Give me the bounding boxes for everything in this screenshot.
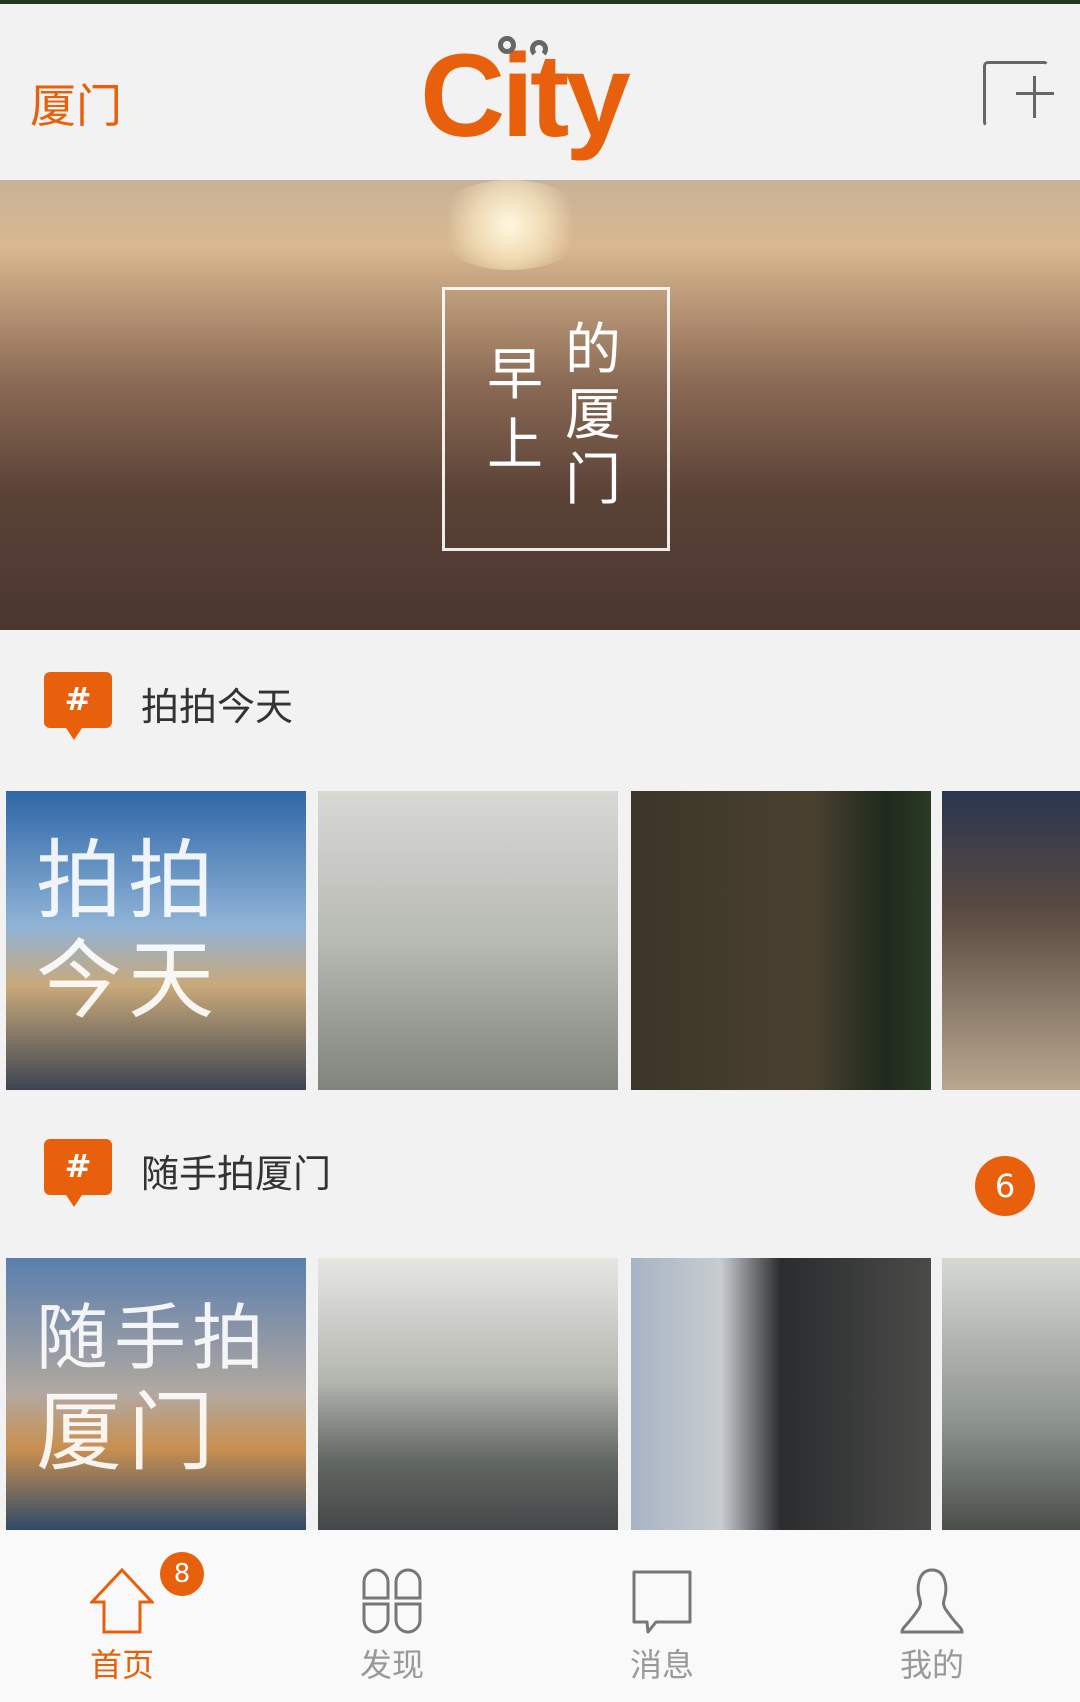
banner-title-frame: 早 上 的 厦 门 (442, 287, 670, 551)
hash-icon: # (44, 672, 112, 740)
logo-eye-icon (530, 40, 548, 58)
photo-tile[interactable] (631, 1258, 931, 1530)
discover-grid-icon (362, 1568, 422, 1634)
profile-person-icon (900, 1568, 964, 1634)
notification-badge: 8 (160, 1552, 204, 1596)
city-logo: City (420, 22, 660, 162)
nav-label: 首页 (89, 1646, 154, 1684)
banner-char: 门 (565, 448, 621, 513)
add-post-icon[interactable] (983, 61, 1054, 127)
cover-text: 随手拍 (36, 1296, 271, 1380)
photo-tile[interactable] (318, 1258, 618, 1530)
cover-text: 拍拍 (36, 831, 220, 931)
home-icon (90, 1567, 154, 1634)
nav-profile[interactable]: 我的 (832, 1530, 1032, 1702)
banner-char: 上 (487, 413, 543, 478)
section-header-snap[interactable]: # 随手拍厦门 6 (0, 1097, 1080, 1217)
logo-text: City (420, 30, 631, 162)
cover-text: 厦门 (36, 1383, 220, 1483)
app-header: 厦门 City (0, 4, 1080, 180)
photo-tile[interactable] (942, 1258, 1080, 1530)
nav-label: 发现 (359, 1646, 424, 1684)
photo-tile[interactable] (631, 791, 931, 1090)
photo-tile[interactable] (942, 791, 1080, 1090)
featured-banner[interactable]: 早 上 的 厦 门 (0, 180, 1080, 630)
photo-row-snap: 随手拍 厦门 (0, 1258, 1080, 1530)
section-title: 随手拍厦门 (141, 1152, 332, 1196)
cover-text: 今天 (36, 931, 220, 1031)
nav-messages[interactable]: 消息 (562, 1530, 762, 1702)
banner-char: 厦 (565, 383, 621, 448)
nav-label: 我的 (899, 1646, 964, 1684)
banner-char: 的 (565, 318, 621, 383)
banner-char: 早 (487, 343, 543, 408)
nav-home[interactable]: 8 首页 (22, 1530, 222, 1702)
photo-row-today: 拍拍 今天 (0, 791, 1080, 1090)
bottom-nav: 8 首页 发现 消息 我的 (0, 1530, 1080, 1702)
count-badge: 6 (975, 1156, 1035, 1216)
photo-tile[interactable] (318, 791, 618, 1090)
photo-tile[interactable]: 随手拍 厦门 (6, 1258, 306, 1530)
sun-glow (430, 180, 590, 270)
section-title: 拍拍今天 (141, 685, 294, 729)
photo-tile[interactable]: 拍拍 今天 (6, 791, 306, 1090)
section-header-today[interactable]: # 拍拍今天 (0, 630, 1080, 750)
hash-icon: # (44, 1139, 112, 1207)
nav-discover[interactable]: 发现 (292, 1530, 492, 1702)
city-selector[interactable]: 厦门 (30, 70, 122, 136)
nav-label: 消息 (629, 1646, 694, 1684)
message-bubble-icon (632, 1570, 692, 1634)
logo-eye-icon (498, 36, 516, 54)
